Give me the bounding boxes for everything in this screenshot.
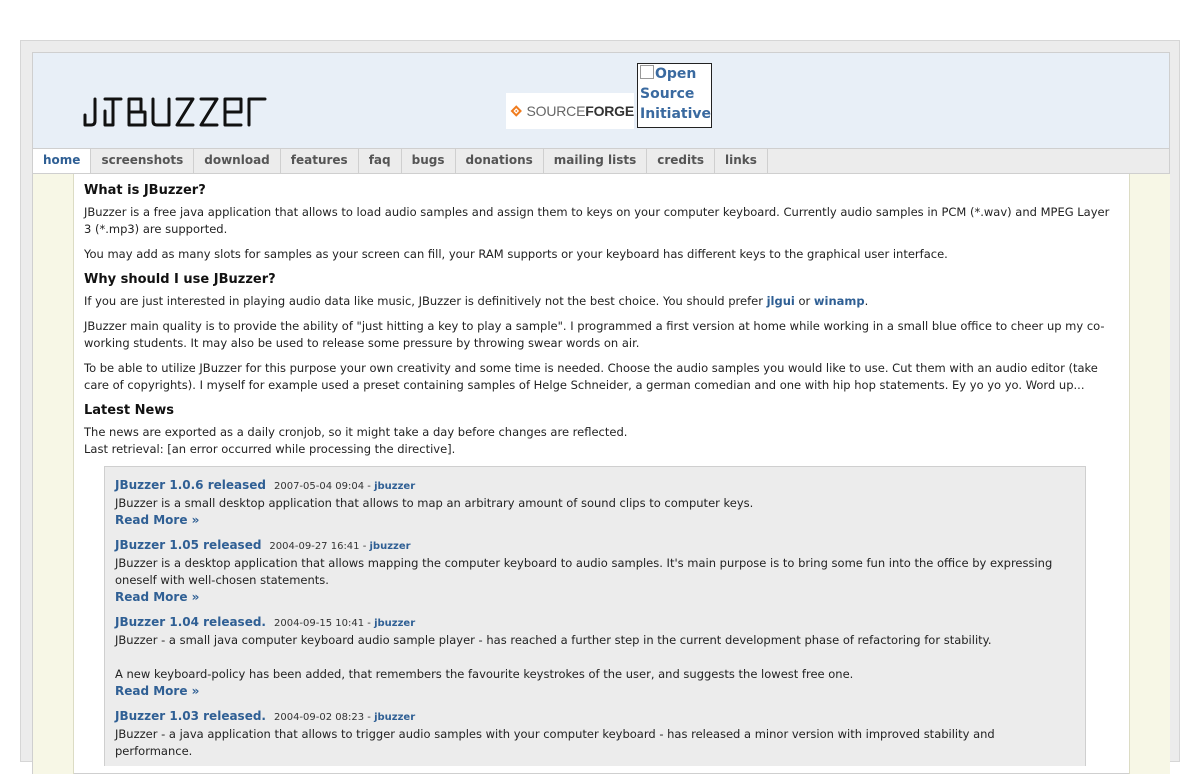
news-item-header: JBuzzer 1.04 released. 2004-09-15 10:41 -… <box>115 614 1075 632</box>
why-paragraph-3: To be able to utilize JBuzzer for this p… <box>84 361 1098 392</box>
what-paragraph-2: You may add as many slots for samples as… <box>84 247 948 261</box>
news-author-link[interactable]: jbuzzer <box>374 712 415 723</box>
news-body: JBuzzer - a small java computer keyboard… <box>115 633 992 647</box>
news-title-link[interactable]: JBuzzer 1.05 released <box>115 538 261 552</box>
news-body-2: A new keyboard-policy has been added, th… <box>115 667 854 681</box>
news-item: JBuzzer 1.0.6 released 2007-05-04 09:04 -… <box>115 477 1075 529</box>
right-sidebar <box>1129 174 1170 774</box>
news-date: 2004-09-27 16:41 - <box>269 541 370 552</box>
news-date: 2004-09-15 10:41 - <box>273 618 375 629</box>
nav-tab-download[interactable]: download <box>194 149 281 173</box>
nav-tab-bugs[interactable]: bugs <box>402 149 456 173</box>
why-p1-text: If you are just interested in playing au… <box>84 294 767 308</box>
news-intro-line-1: The news are exported as a daily cronjob… <box>84 425 628 439</box>
nav-tab-donations[interactable]: donations <box>456 149 544 173</box>
main-content: What is JBuzzer? JBuzzer is a free java … <box>84 182 1120 766</box>
read-more-link[interactable]: Read More » <box>115 683 199 700</box>
left-sidebar <box>33 174 74 774</box>
sourceforge-text: SOURCEFORGE <box>526 103 635 119</box>
news-heading: Latest News <box>84 403 175 418</box>
news-date: 2004-09-02 08:23 - <box>273 712 375 723</box>
news-body: JBuzzer is a desktop application that al… <box>115 556 1053 587</box>
read-more-link[interactable]: Read More » <box>115 589 199 606</box>
why-heading: Why should I use JBuzzer? <box>84 272 276 287</box>
page-frame: SOURCEFORGE Open Source Initiative home s… <box>32 52 1170 774</box>
news-body: JBuzzer - a java application that allows… <box>115 727 995 758</box>
read-more-link[interactable]: Read More » <box>115 512 199 529</box>
sourceforge-badge[interactable]: SOURCEFORGE <box>506 93 634 129</box>
nav-tab-screenshots[interactable]: screenshots <box>91 149 195 173</box>
news-intro: The news are exported as a daily cronjob… <box>84 424 1120 458</box>
news-author-link[interactable]: jbuzzer <box>374 481 415 492</box>
news-title-link[interactable]: JBuzzer 1.03 released. <box>115 709 266 723</box>
jlgui-link[interactable]: jlgui <box>767 294 795 308</box>
broken-image-icon <box>640 65 654 79</box>
why-paragraph-2: JBuzzer main quality is to provide the a… <box>84 319 1105 350</box>
news-box: JBuzzer 1.0.6 released 2007-05-04 09:04 -… <box>104 466 1086 766</box>
winamp-link[interactable]: winamp <box>814 294 865 308</box>
news-author-link[interactable]: jbuzzer <box>370 541 411 552</box>
what-paragraph-1: JBuzzer is a free java application that … <box>84 205 1110 236</box>
news-item: JBuzzer 1.05 released 2004-09-27 16:41 - … <box>115 537 1075 606</box>
nav-tab-mailing-lists[interactable]: mailing lists <box>544 149 648 173</box>
why-p1-end: . <box>864 294 869 308</box>
news-intro-line-2: Last retrieval: [an error occurred while… <box>84 442 456 456</box>
news-item: JBuzzer 1.04 released. 2004-09-15 10:41 -… <box>115 614 1075 700</box>
nav-tab-home[interactable]: home <box>33 149 92 173</box>
what-heading: What is JBuzzer? <box>84 183 206 198</box>
site-header: SOURCEFORGE Open Source Initiative <box>33 53 1169 149</box>
news-item: JBuzzer 1.03 released. 2004-09-02 08:23 -… <box>115 708 1075 760</box>
page-outer: SOURCEFORGE Open Source Initiative home s… <box>20 40 1180 774</box>
osi-image-link[interactable]: Open Source Initiative <box>637 63 712 128</box>
nav-tab-links[interactable]: links <box>715 149 768 173</box>
news-item-header: JBuzzer 1.0.6 released 2007-05-04 09:04 -… <box>115 477 1075 495</box>
sourceforge-diamond-icon <box>510 105 522 117</box>
why-paragraph-1: If you are just interested in playing au… <box>84 293 1120 310</box>
news-title-link[interactable]: JBuzzer 1.0.6 released <box>115 478 266 492</box>
nav-tab-faq[interactable]: faq <box>359 149 402 173</box>
news-author-link[interactable]: jbuzzer <box>374 618 415 629</box>
news-item-header: JBuzzer 1.03 released. 2004-09-02 08:23 -… <box>115 708 1075 726</box>
main-nav: home screenshots download features faq bugs do… <box>33 149 1169 174</box>
nav-tab-features[interactable]: features <box>281 149 359 173</box>
news-body: JBuzzer is a small desktop application t… <box>115 496 754 510</box>
nav-tab-credits[interactable]: credits <box>647 149 716 173</box>
news-item-header: JBuzzer 1.05 released 2004-09-27 16:41 - … <box>115 537 1075 555</box>
why-p1-or: or <box>794 294 814 308</box>
news-body-spacer <box>115 649 1075 666</box>
jbuzzer-logo[interactable] <box>81 95 313 127</box>
news-title-link[interactable]: JBuzzer 1.04 released. <box>115 615 266 629</box>
news-date: 2007-05-04 09:04 - <box>273 481 375 492</box>
